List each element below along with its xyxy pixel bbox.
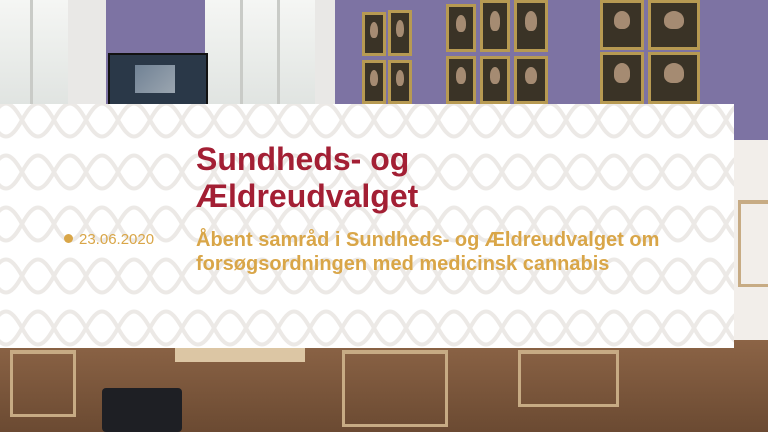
committee-title: Sundheds- og Ældreudvalget [196, 141, 418, 215]
portrait-painting [388, 60, 412, 104]
portrait-painting [480, 0, 510, 52]
table [175, 348, 305, 362]
chair [738, 200, 768, 287]
chair [342, 350, 448, 427]
meeting-subtitle-line-2: forsøgsordningen med medicinsk cannabis [196, 253, 610, 275]
window-center [205, 0, 315, 110]
portrait-painting [648, 52, 700, 104]
portrait-painting [514, 56, 548, 104]
portrait-painting [600, 52, 644, 104]
portrait-painting [362, 12, 386, 56]
portrait-painting [446, 56, 476, 104]
portrait-painting [446, 4, 476, 52]
chair [518, 350, 619, 407]
committee-title-line-1: Sundheds- og [196, 141, 410, 177]
portrait-painting [480, 56, 510, 104]
date-label: 23.06.2020 [64, 231, 154, 249]
chair [10, 350, 76, 417]
meeting-subtitle: Åbent samråd i Sundheds- og Ældreudvalge… [196, 228, 659, 276]
wall-monitor [108, 53, 208, 109]
date-text: 23.06.2020 [79, 231, 155, 248]
portrait-painting [514, 0, 548, 52]
portrait-painting [600, 0, 644, 50]
bag [102, 388, 182, 432]
pillar [68, 0, 106, 110]
portrait-painting [362, 60, 386, 104]
meeting-subtitle-line-1: Åbent samråd i Sundheds- og Ældreudvalge… [196, 229, 660, 251]
committee-title-line-2: Ældreudvalget [196, 178, 419, 214]
portrait-painting [388, 10, 412, 56]
pillar-right [315, 0, 335, 110]
portrait-painting [648, 0, 700, 50]
bullet-dot-icon [64, 234, 73, 243]
window-left [0, 0, 68, 110]
